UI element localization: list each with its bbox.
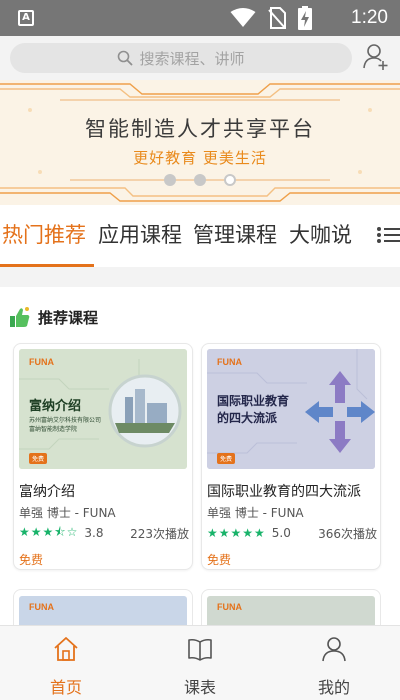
section-title: 推荐课程 (38, 308, 99, 327)
course-meta: ★★★★★ 5.0 366次播放 (207, 525, 377, 541)
no-sim-icon (268, 7, 286, 29)
nav-home-label: 首页 (49, 678, 82, 697)
course-card[interactable]: FUNA 富纳介绍 苏州富纳艾尔科技有限公司 富纳智能制造学院 免费 富纳介绍 … (13, 343, 193, 570)
play-count: 223次播放 (130, 526, 189, 541)
search-input[interactable]: 搜索课程、讲师 (10, 43, 352, 73)
play-count: 366次播放 (318, 526, 377, 541)
app-screen: A 1:20 搜索课程、讲师 智能制造人才共享平台 更好教育 更美生活 热门推荐… (0, 0, 400, 700)
status-bar: A 1:20 (0, 0, 400, 36)
thumbnail-brand: FUNA (29, 602, 54, 612)
thumbnail-tag: 免费 (217, 453, 236, 464)
carousel-dot-active[interactable] (224, 174, 236, 186)
course-thumbnail: FUNA 国际职业教育的四大流派 免费 (207, 349, 375, 469)
category-tabs: 热门推荐 应用课程 管理课程 大咖说 (0, 205, 400, 267)
status-icons (230, 6, 312, 30)
price-label: 免费 (19, 553, 44, 567)
search-icon (118, 50, 133, 66)
course-thumbnail: FUNA 富纳介绍 苏州富纳艾尔科技有限公司 富纳智能制造学院 免费 (19, 349, 187, 469)
thumbnail-line: 苏州富纳艾尔科技有限公司 (29, 417, 102, 424)
profile-icon (322, 637, 346, 662)
price-label: 免费 (207, 553, 232, 567)
course-author: 单强 博士 - FUNA (207, 506, 304, 520)
thumbnail-line: 富纳智能制造学院 (29, 426, 78, 433)
banner-subtitle: 更好教育 更美生活 (133, 149, 267, 167)
nav-schedule-label: 课表 (183, 678, 216, 697)
tab-hot[interactable]: 热门推荐 (2, 219, 86, 249)
thumbnail-heading: 富纳介绍 (29, 399, 82, 414)
rating-value: 5.0 (271, 526, 291, 540)
nav-profile-label: 我的 (317, 678, 350, 697)
battery-charging-icon (298, 6, 312, 30)
star-rating: ★★★★★ (207, 526, 266, 540)
course-card[interactable]: FUNA (201, 589, 381, 625)
course-thumbnail: FUNA (207, 596, 375, 625)
star-rating: ★★★⯪☆ (19, 524, 79, 539)
bottom-navigation: 首页 课表 我的 (0, 625, 400, 700)
thumbnail-brand: FUNA (29, 357, 54, 367)
thumbnail-tag: 免费 (29, 453, 48, 464)
status-time: 1:20 (351, 7, 388, 28)
course-list-area: 推荐课程 FUNA 富纳介绍 苏州富纳艾尔科技有限公司 富纳智能制造学院 免费 … (0, 287, 400, 625)
wifi-icon (230, 8, 256, 27)
tab-experts[interactable]: 大咖说 (289, 219, 352, 249)
tab-management-courses[interactable]: 管理课程 (193, 219, 277, 249)
nav-profile[interactable]: 我的 (294, 632, 374, 697)
course-title: 国际职业教育的四大流派 (207, 484, 361, 500)
thumbs-up-icon (10, 307, 30, 327)
banner-title: 智能制造人才共享平台 (85, 117, 315, 141)
home-icon (54, 637, 78, 661)
thumbnail-heading: 国际职业教育的四大流派 (217, 394, 290, 425)
rating-value: 3.8 (84, 526, 104, 540)
carousel-dot[interactable] (164, 174, 176, 186)
course-thumbnail: FUNA (19, 596, 187, 625)
section-spacer (0, 267, 400, 287)
course-card[interactable]: FUNA 国际职业教育的四大流派 免费 国际职业教育的四大流派 单强 博士 - … (201, 343, 381, 570)
nav-schedule[interactable]: 课表 (160, 632, 240, 697)
search-placeholder: 搜索课程、讲师 (139, 49, 245, 68)
section-header: 推荐课程 (10, 305, 98, 329)
search-row: 搜索课程、讲师 (0, 36, 400, 80)
thumbnail-brand: FUNA (217, 602, 242, 612)
course-card[interactable]: FUNA (13, 589, 193, 625)
add-friend-icon[interactable] (362, 42, 390, 72)
course-title: 富纳介绍 (19, 484, 75, 500)
tab-applied-courses[interactable]: 应用课程 (98, 219, 182, 249)
thumbnail-brand: FUNA (217, 357, 242, 367)
app-notification-icon: A (18, 10, 34, 26)
nav-home[interactable]: 首页 (26, 632, 106, 697)
book-icon (188, 638, 212, 661)
tab-menu-icon[interactable] (376, 221, 400, 249)
carousel-dot[interactable] (194, 174, 206, 186)
carousel-indicator (0, 174, 400, 188)
course-meta: ★★★⯪☆ 3.8 223次播放 (19, 525, 189, 541)
course-author: 单强 博士 - FUNA (19, 506, 116, 520)
